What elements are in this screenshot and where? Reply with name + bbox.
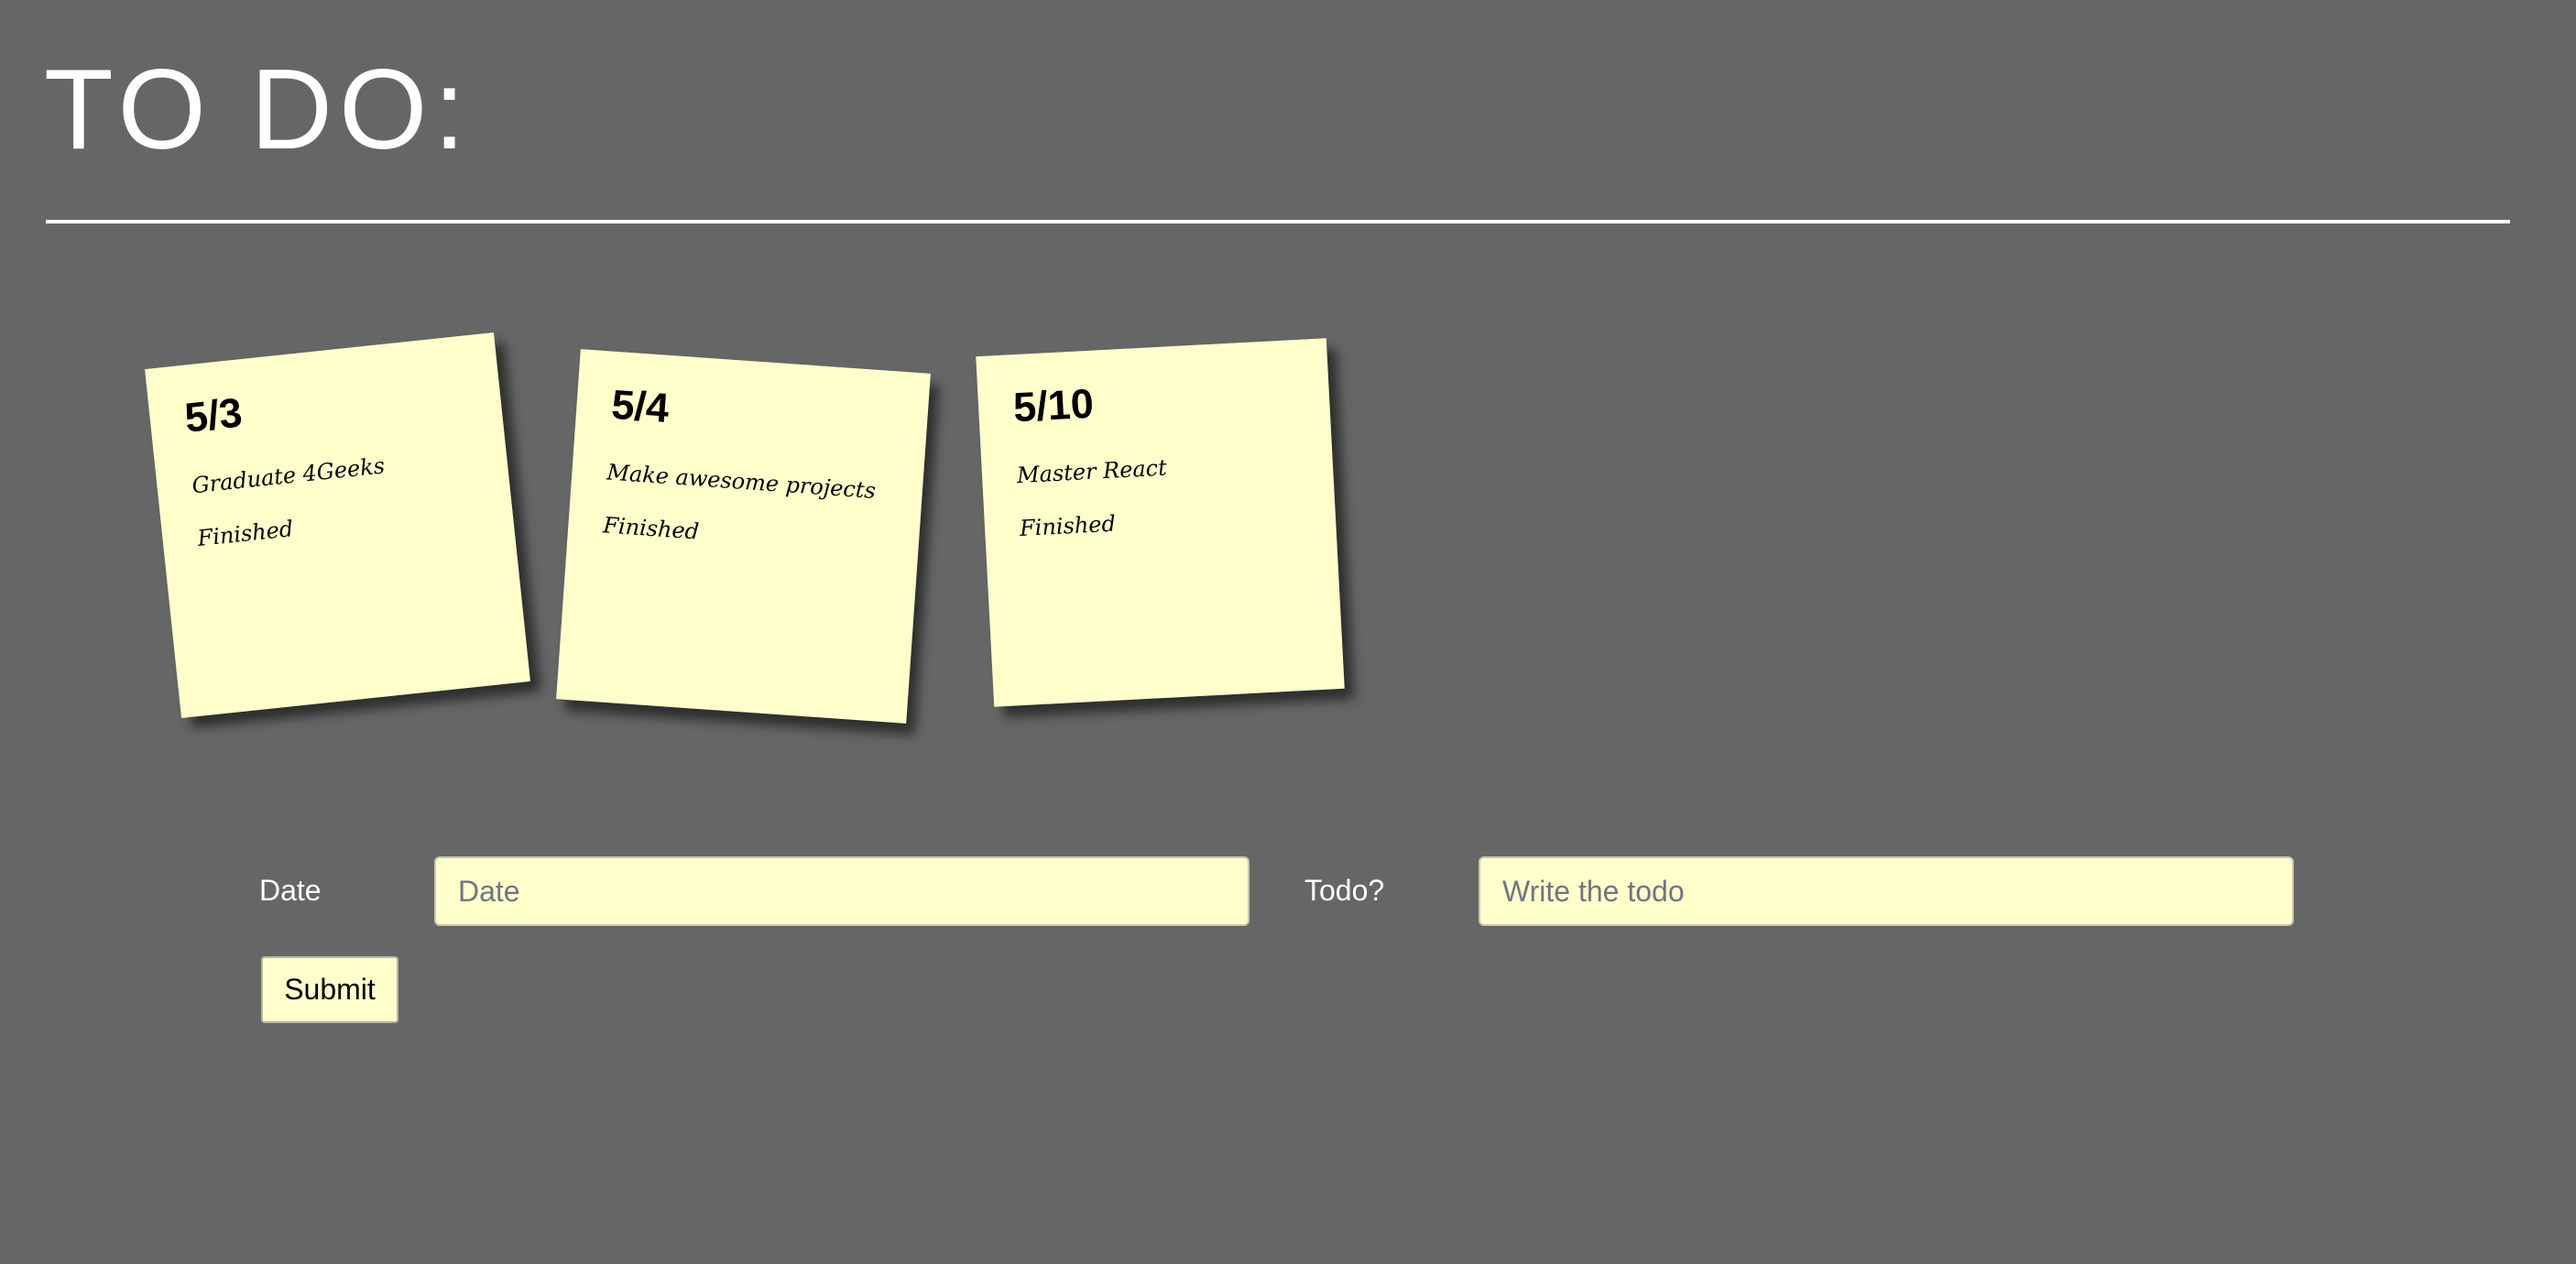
note-date: 5/4 xyxy=(609,380,671,431)
note-status: Finished xyxy=(602,512,701,545)
note-date: 5/10 xyxy=(1011,379,1096,431)
todo-note: 5/3 Graduate 4Geeks Finished xyxy=(145,332,530,718)
submit-button[interactable]: Submit xyxy=(261,956,398,1023)
todo-notes: 5/3 Graduate 4Geeks Finished 5/4 Make aw… xyxy=(0,0,2576,1264)
todo-label: Todo? xyxy=(1304,874,1385,907)
todo-input[interactable] xyxy=(1479,856,2294,926)
note-text: Graduate 4Geeks xyxy=(191,452,387,499)
note-date: 5/3 xyxy=(182,388,245,441)
todo-note: 5/10 Master React Finished xyxy=(976,338,1345,707)
date-input[interactable] xyxy=(434,856,1250,926)
todo-note: 5/4 Make awesome projects Finished xyxy=(556,349,931,724)
note-status: Finished xyxy=(1019,510,1117,542)
note-status: Finished xyxy=(196,516,295,551)
note-text: Make awesome projects xyxy=(606,459,877,504)
date-label: Date xyxy=(259,874,322,907)
note-text: Master React xyxy=(1016,454,1168,489)
